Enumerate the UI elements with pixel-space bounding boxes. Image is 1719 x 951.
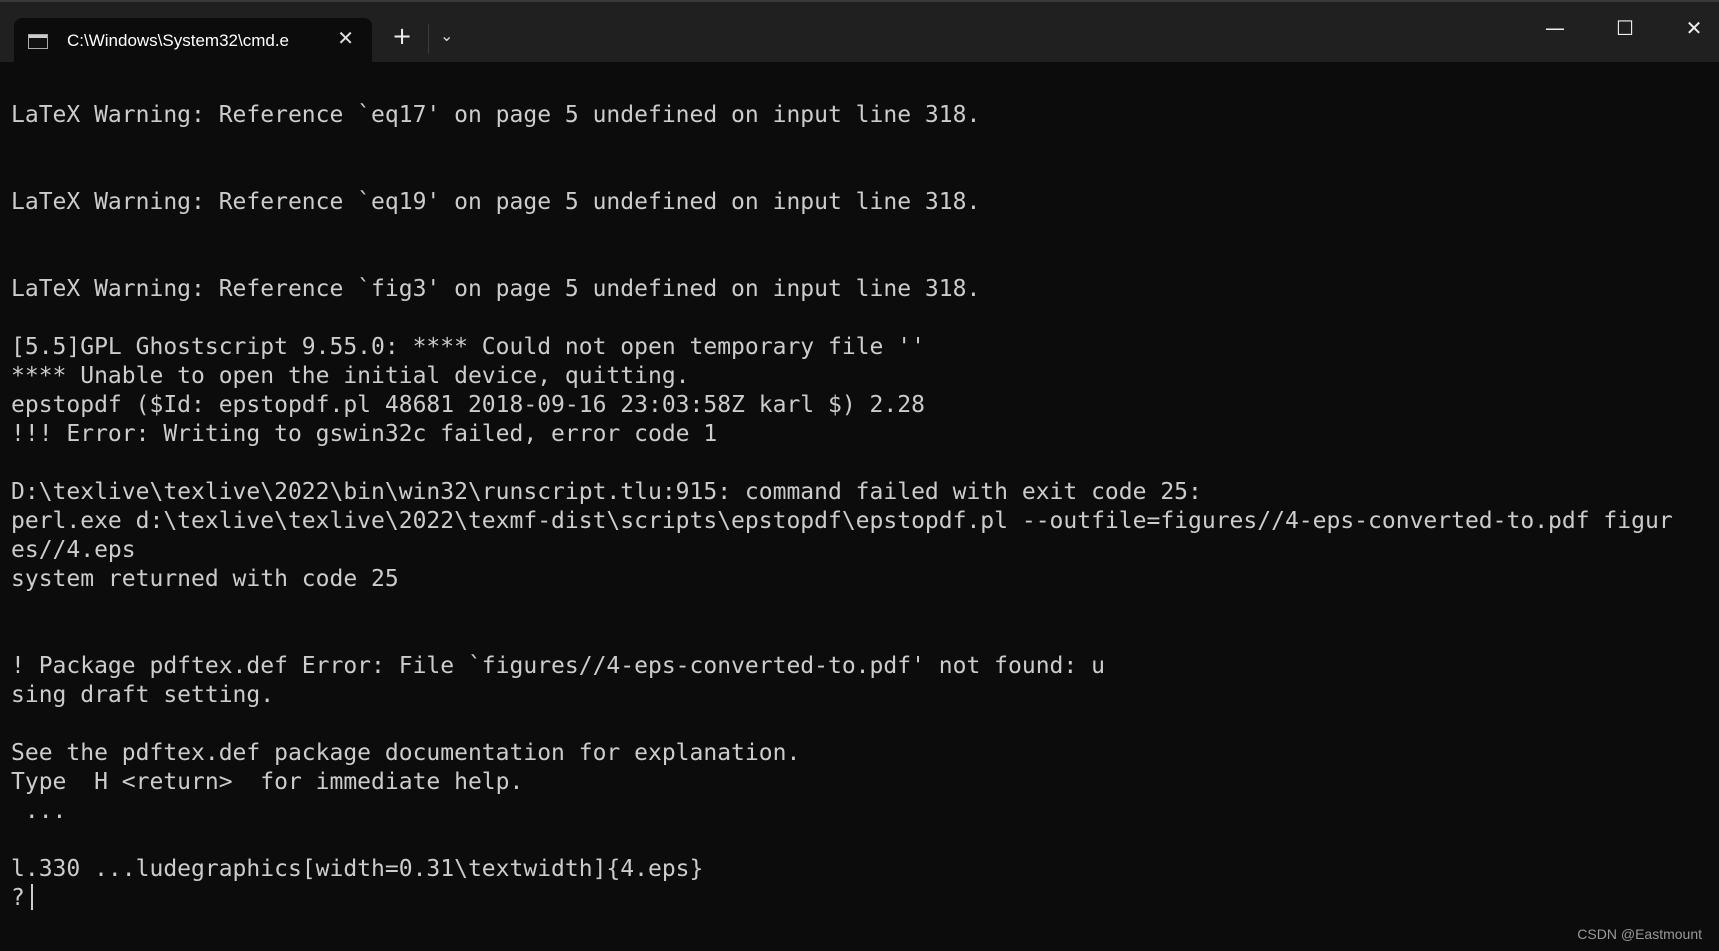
minimize-icon[interactable]: — [1535, 16, 1575, 40]
prompt-line[interactable]: ? [11, 884, 1673, 913]
terminal-line: es//4.eps [11, 537, 136, 563]
terminal-icon [28, 33, 48, 49]
title-bar: C:\Windows\System32\cmd.e ✕ + ⌄ — ☐ ✕ [0, 0, 1719, 64]
terminal-output[interactable]: LaTeX Warning: Reference `eq17' on page … [11, 101, 1673, 913]
chevron-down-icon[interactable]: ⌄ [440, 26, 453, 45]
terminal-line: ... [11, 798, 67, 824]
close-icon[interactable]: ✕ [337, 26, 354, 50]
watermark: CSDN @Eastmount [1577, 926, 1702, 942]
terminal-line: See the pdftex.def package documentation… [11, 740, 801, 766]
terminal-line: LaTeX Warning: Reference `fig3' on page … [11, 276, 981, 302]
terminal-line: Type H <return> for immediate help. [11, 769, 524, 795]
tab-title: C:\Windows\System32\cmd.e [67, 31, 290, 50]
maximize-icon[interactable]: ☐ [1605, 16, 1645, 40]
tab-cmd[interactable]: C:\Windows\System32\cmd.e ✕ [14, 18, 372, 64]
terminal-line: D:\texlive\texlive\2022\bin\win32\runscr… [11, 479, 1202, 505]
terminal-line: perl.exe d:\texlive\texlive\2022\texmf-d… [11, 508, 1673, 534]
prompt: ? [11, 885, 25, 911]
terminal-line: system returned with code 25 [11, 566, 399, 592]
divider [428, 24, 429, 54]
terminal-line: LaTeX Warning: Reference `eq17' on page … [11, 102, 981, 128]
terminal-line: **** Unable to open the initial device, … [11, 363, 690, 389]
terminal-line: LaTeX Warning: Reference `eq19' on page … [11, 189, 981, 215]
terminal-line: ! Package pdftex.def Error: File `figure… [11, 653, 1105, 679]
terminal-line: l.330 ...ludegraphics[width=0.31\textwid… [11, 856, 704, 882]
window-close-icon[interactable]: ✕ [1674, 16, 1714, 40]
terminal-line: [5.5]GPL Ghostscript 9.55.0: **** Could … [11, 334, 925, 360]
terminal-line: epstopdf ($Id: epstopdf.pl 48681 2018-09… [11, 392, 925, 418]
terminal-line: !!! Error: Writing to gswin32c failed, e… [11, 421, 718, 447]
terminal-line: sing draft setting. [11, 682, 275, 708]
plus-icon[interactable]: + [392, 22, 412, 50]
text-cursor [30, 884, 33, 910]
